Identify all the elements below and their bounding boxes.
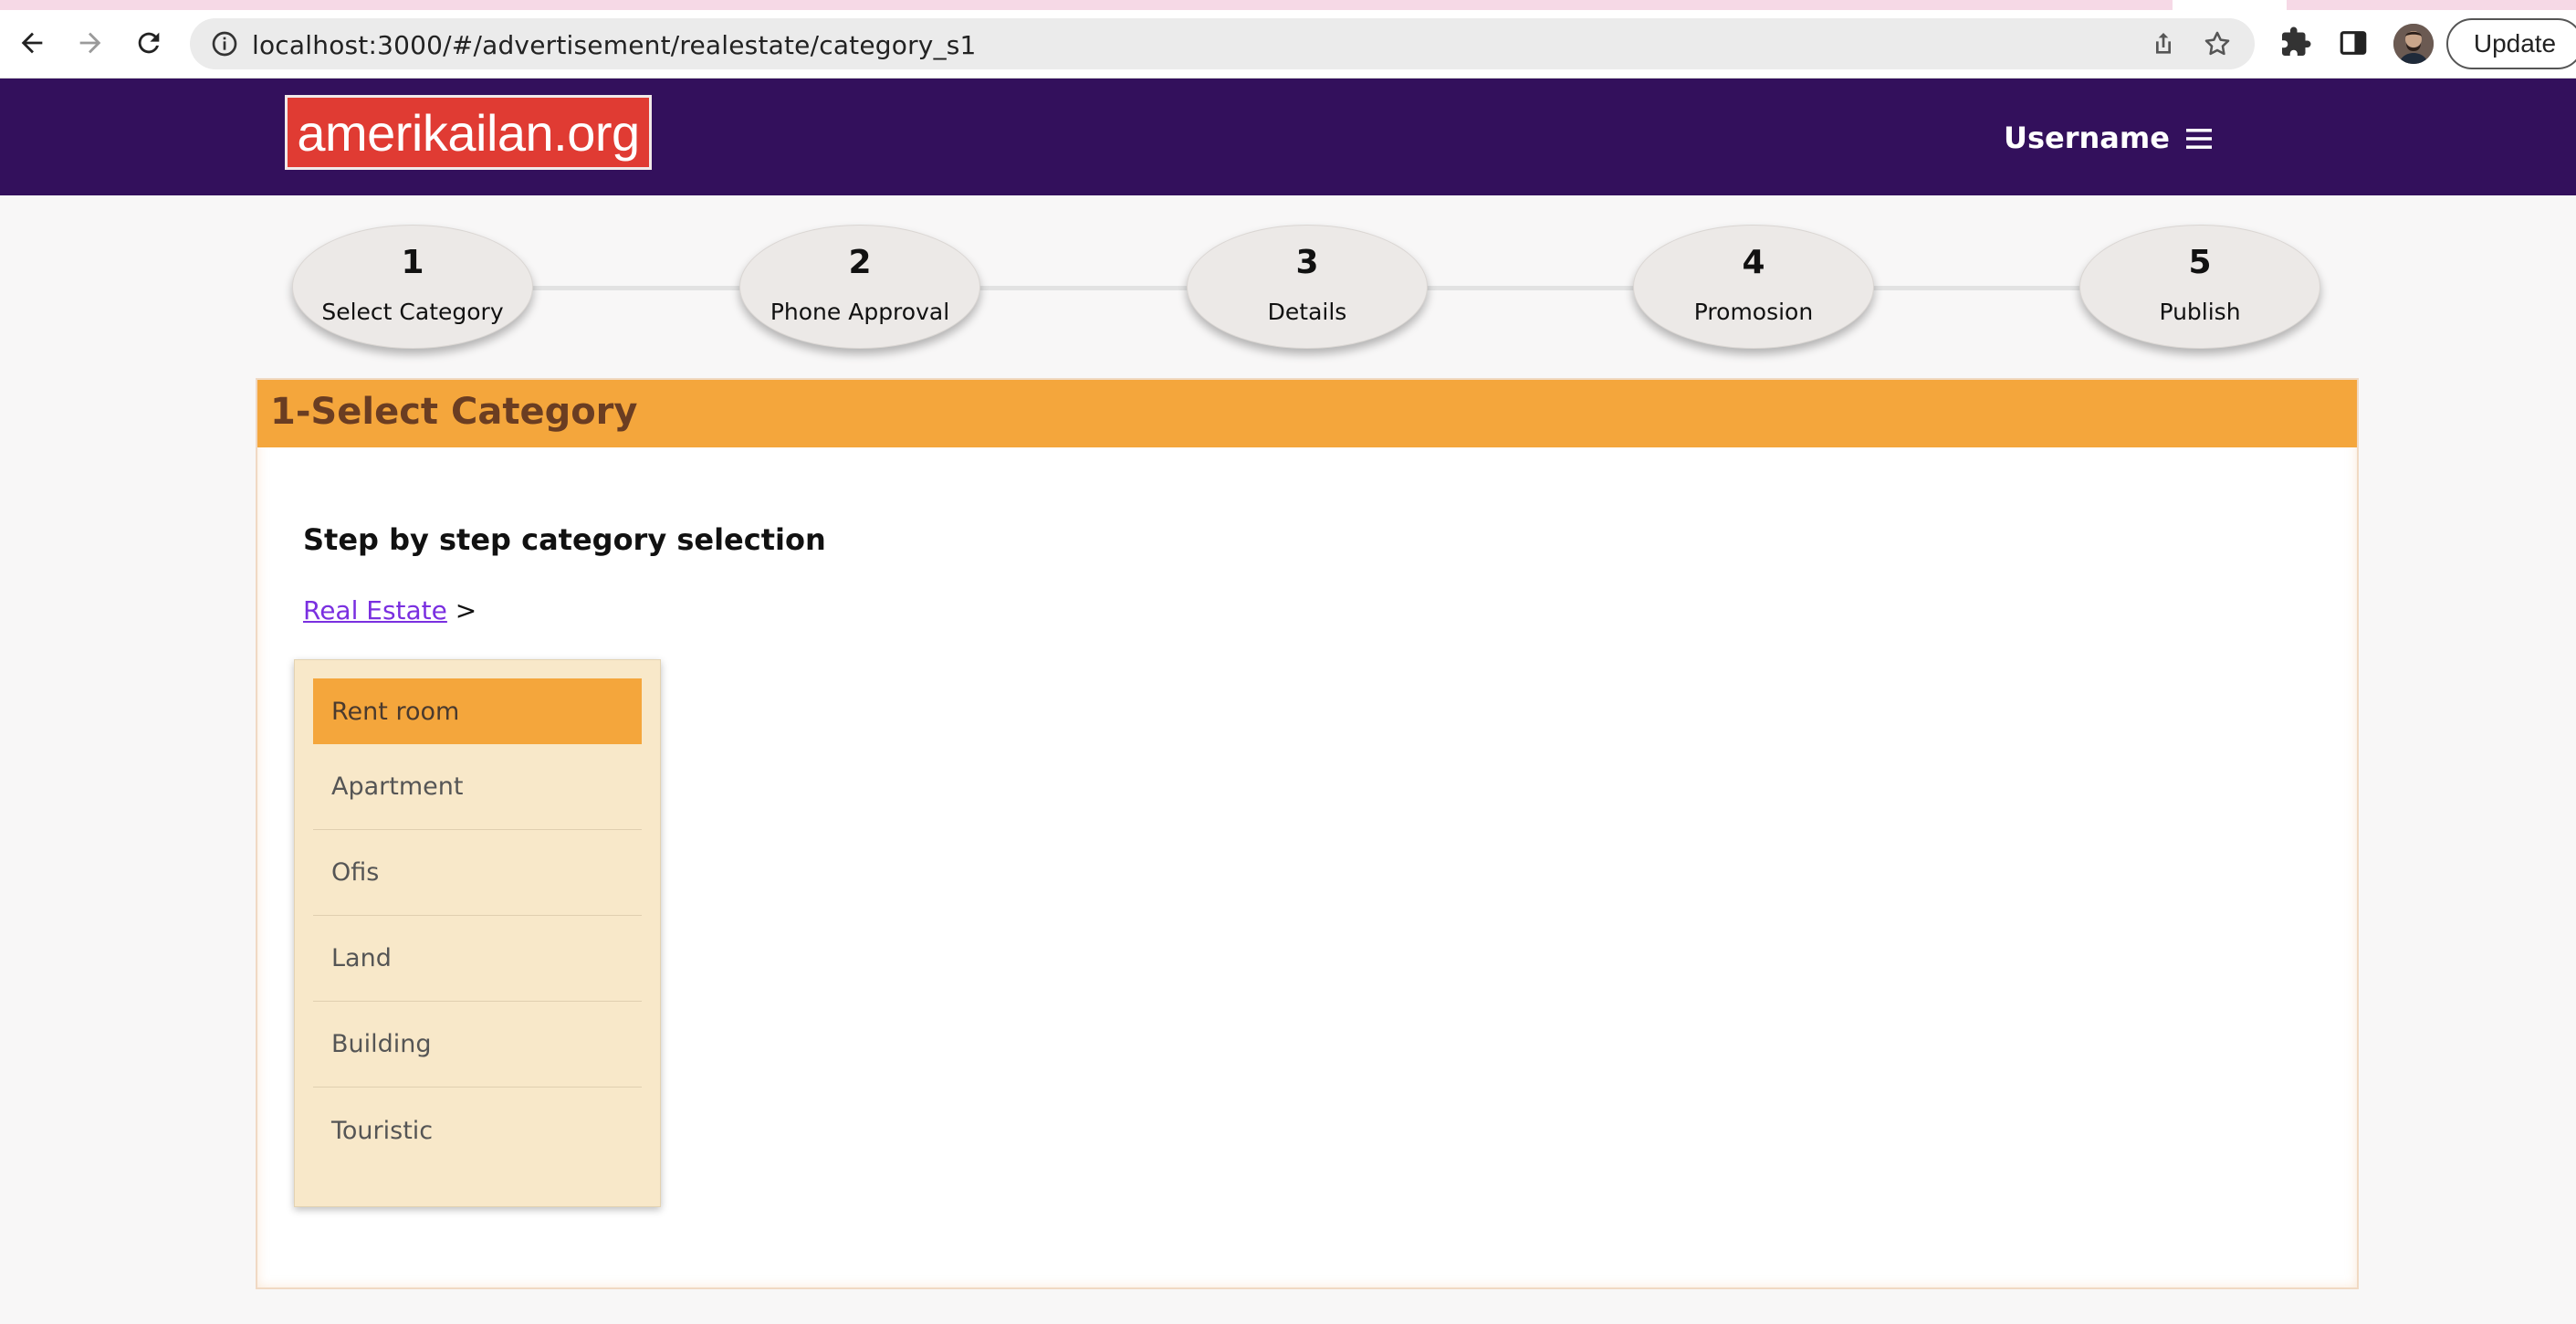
profile-avatar[interactable] [2393, 24, 2434, 64]
side-panel-icon[interactable] [2338, 27, 2369, 58]
reload-button[interactable] [128, 22, 170, 64]
arrow-left-icon [21, 32, 43, 54]
step-2[interactable]: 2 Phone Approval [739, 225, 980, 349]
step-label: Details [1267, 299, 1347, 325]
url-text: localhost:3000/#/advertisement/realestat… [252, 30, 977, 60]
category-item-rent-room[interactable]: Rent room [313, 678, 642, 744]
step-label: Promosion [1693, 299, 1814, 325]
avatar-icon [2393, 24, 2434, 64]
info-icon[interactable] [210, 29, 239, 58]
extensions-puzzle-icon[interactable] [2279, 26, 2312, 58]
step-1[interactable]: 1 Select Category [292, 225, 533, 349]
reload-icon [138, 32, 160, 54]
category-item-touristic[interactable]: Touristic [313, 1088, 642, 1173]
step-label: Publish [2159, 299, 2241, 325]
category-panel: 1-Select Category Step by step category … [256, 378, 2359, 1289]
username-label[interactable]: Username [2004, 121, 2170, 155]
breadcrumb-link-real-estate[interactable]: Real Estate [303, 595, 447, 625]
category-item-land[interactable]: Land [313, 916, 642, 1002]
section-subtitle: Step by step category selection [303, 522, 826, 557]
site-header: amerikailan.org Username [0, 79, 2576, 195]
tab-strip-right [2287, 0, 2576, 10]
category-item-ofis[interactable]: Ofis [313, 830, 642, 916]
breadcrumb-separator: > [455, 595, 477, 625]
forward-button[interactable] [69, 22, 111, 64]
panel-title: 1-Select Category [270, 391, 638, 433]
browser-toolbar: localhost:3000/#/advertisement/realestat… [0, 0, 2576, 79]
arrow-right-icon [79, 32, 101, 54]
category-list: Rent room Apartment Ofis Land Building T… [294, 659, 661, 1207]
category-item-building[interactable]: Building [313, 1002, 642, 1088]
share-icon[interactable] [2149, 29, 2178, 58]
step-number: 3 [1295, 244, 1319, 281]
step-number: 4 [1742, 244, 1765, 281]
logo-text: amerikailan.org [297, 103, 640, 162]
tab-strip [0, 0, 2173, 10]
update-button[interactable]: Update [2446, 18, 2576, 69]
step-number: 2 [848, 244, 872, 281]
hamburger-menu-icon[interactable] [2184, 126, 2214, 152]
step-5[interactable]: 5 Publish [2079, 225, 2320, 349]
step-label: Select Category [321, 299, 504, 325]
address-bar[interactable]: localhost:3000/#/advertisement/realestat… [190, 18, 2255, 69]
step-3[interactable]: 3 Details [1187, 225, 1428, 349]
site-logo[interactable]: amerikailan.org [285, 95, 652, 170]
step-label: Phone Approval [770, 299, 950, 325]
step-4[interactable]: 4 Promosion [1633, 225, 1874, 349]
bookmark-star-icon[interactable] [2202, 28, 2233, 59]
category-item-apartment[interactable]: Apartment [313, 744, 642, 830]
back-button[interactable] [11, 22, 53, 64]
breadcrumb: Real Estate > [303, 595, 476, 625]
panel-header: 1-Select Category [257, 380, 2357, 447]
progress-stepper: 1 Select Category 2 Phone Approval 3 Det… [292, 225, 2320, 349]
step-number: 1 [401, 244, 424, 281]
step-number: 5 [2188, 244, 2212, 281]
